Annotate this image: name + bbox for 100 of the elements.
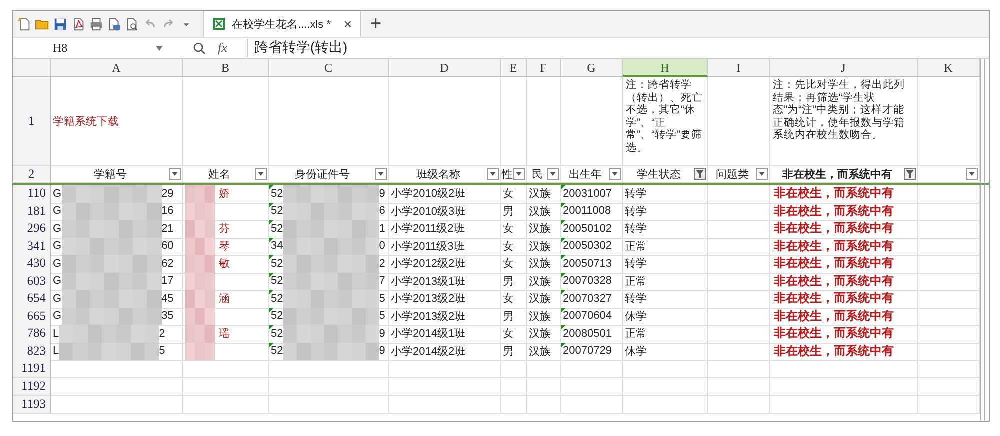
table-cell: 男	[501, 342, 527, 361]
cell-text: 7	[379, 275, 386, 288]
cell-text: 5	[379, 310, 386, 322]
cell-text: 34	[271, 240, 284, 252]
row-header[interactable]: 430	[13, 255, 51, 274]
filter-button[interactable]	[966, 168, 978, 180]
filter-button[interactable]	[547, 168, 559, 180]
close-button[interactable]: ×	[344, 16, 352, 32]
table-cell: 非在校生，而系统中有	[770, 238, 918, 256]
table-cell	[918, 360, 980, 378]
formula-field[interactable]: 跨省转学(转出)	[247, 39, 989, 57]
header-text: 学籍号	[93, 168, 128, 182]
function-button[interactable]: fx	[212, 39, 234, 57]
zoom-icon[interactable]	[193, 42, 206, 54]
table-cell	[708, 325, 770, 344]
filter-button[interactable]	[255, 168, 267, 180]
column-header[interactable]: F	[527, 59, 561, 77]
row-header[interactable]: 296	[13, 220, 51, 238]
row-header[interactable]: 1191	[13, 360, 51, 378]
row-header[interactable]: 1193	[13, 396, 51, 414]
table-cell	[501, 360, 527, 378]
header-text: 身份证件号	[294, 168, 351, 182]
row-header[interactable]: 110	[13, 185, 51, 204]
cell-text: 敏	[219, 257, 230, 272]
new-file-icon[interactable]	[17, 16, 32, 32]
table-cell	[561, 360, 623, 378]
cell-text: G	[53, 188, 62, 200]
filter-button[interactable]	[756, 168, 768, 180]
column-header[interactable]: G	[561, 59, 623, 77]
table-cell: 非在校生，而系统中有	[770, 272, 918, 291]
filter-button[interactable]	[169, 168, 181, 180]
cell-text: 涵	[219, 292, 230, 306]
filter-button[interactable]	[513, 168, 525, 180]
table-cell: 非在校生，而系统中有	[770, 342, 918, 361]
dropdown-arrow-icon	[612, 172, 618, 176]
table-cell: 非在校生，而系统中有	[770, 308, 918, 326]
table-cell: 转学	[623, 290, 708, 308]
new-tab-button[interactable]: +	[364, 14, 388, 34]
table-cell: 汉族	[527, 238, 561, 256]
blurred-area	[185, 202, 215, 220]
table-cell: 20080501	[561, 325, 623, 344]
filter-button[interactable]	[487, 168, 499, 180]
row-header[interactable]: 1192	[13, 378, 51, 396]
preview-icon[interactable]	[125, 16, 140, 32]
filter-button[interactable]	[375, 168, 387, 180]
blurred-area	[185, 342, 215, 360]
print-icon[interactable]	[89, 16, 104, 32]
table-cell: 男	[501, 202, 527, 221]
print-preview-icon[interactable]	[107, 16, 122, 32]
cell-text: 瑶	[219, 327, 230, 342]
cell-text: 琴	[219, 240, 230, 254]
cell-text: 2	[379, 258, 386, 270]
cell-text: 芬	[219, 222, 230, 236]
table-cell: 转学	[623, 255, 708, 274]
cell-text: 2	[159, 328, 166, 340]
column-header[interactable]: E	[501, 59, 527, 77]
column-header[interactable]: H	[623, 59, 708, 77]
spreadsheet-icon	[212, 17, 226, 31]
header-text: 班级名称	[416, 168, 462, 182]
filter-button[interactable]	[694, 168, 706, 180]
cell-text: 52	[271, 275, 284, 288]
filter-button[interactable]	[609, 168, 621, 180]
row-header[interactable]: 2	[13, 166, 51, 183]
table-cell	[708, 396, 770, 414]
table-cell: 汉族	[527, 272, 561, 291]
column-header[interactable]: I	[708, 59, 770, 77]
cell-text: 5	[379, 292, 386, 305]
cell-text: 60	[162, 240, 174, 252]
cell-text: 9	[379, 345, 386, 358]
name-box[interactable]: H8	[53, 40, 163, 56]
row-header[interactable]: 786	[13, 325, 51, 344]
column-header[interactable]: C	[269, 59, 389, 77]
column-header[interactable]: A	[51, 59, 183, 77]
row-header[interactable]: 654	[13, 290, 51, 308]
filter-icon	[905, 169, 915, 179]
column-header[interactable]: J	[770, 59, 918, 77]
table-cell: 正常	[623, 272, 708, 291]
cell-text: 52	[271, 205, 284, 218]
cell-text: 17	[162, 275, 174, 288]
table-cell: 女	[501, 220, 527, 238]
table-cell: 非在校生，而系统中有	[770, 290, 918, 308]
document-tab[interactable]: 在校学生花名....xls * ×	[203, 11, 361, 37]
table-cell: 汉族	[527, 325, 561, 344]
dropdown-arrow-icon	[550, 172, 556, 176]
column-header[interactable]: K	[918, 59, 980, 77]
filter-button[interactable]	[904, 168, 916, 180]
row-header[interactable]: 1	[13, 77, 51, 166]
column-header[interactable]: D	[389, 59, 501, 77]
table-cell: 女	[501, 255, 527, 274]
table-cell: 20070327	[561, 290, 623, 308]
header-text: 问题类	[715, 168, 750, 182]
table-cell: 小学2014级2班	[389, 342, 501, 361]
table-cell: 汉族	[527, 308, 561, 326]
table-cell	[918, 308, 980, 326]
save-icon[interactable]	[53, 16, 68, 32]
blurred-area	[185, 238, 215, 255]
table-cell: 转学	[623, 185, 708, 204]
column-header[interactable]: B	[183, 59, 269, 77]
table-cell	[708, 272, 770, 291]
cell-text: 45	[162, 292, 174, 305]
